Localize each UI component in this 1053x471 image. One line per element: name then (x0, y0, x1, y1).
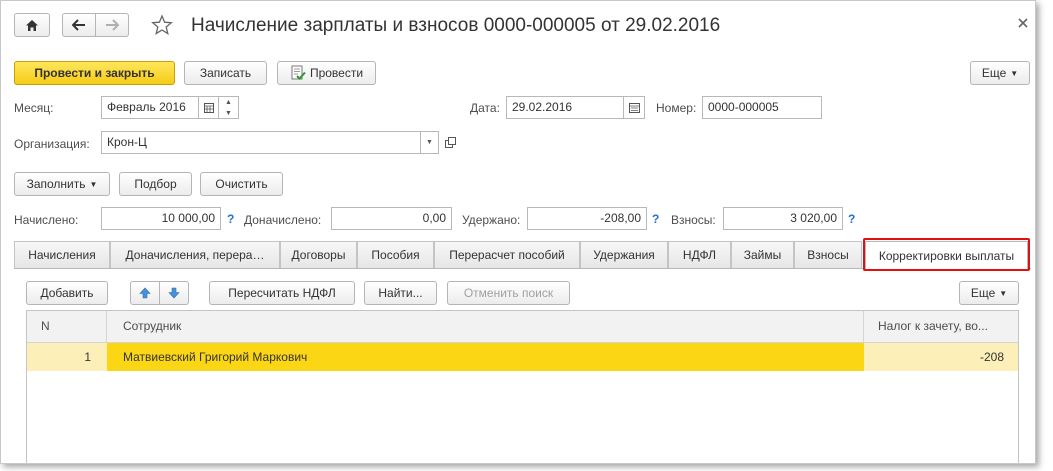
withheld-field: -208,00 (527, 207, 647, 230)
calendar-icon (628, 102, 640, 113)
number-label: Номер: (656, 101, 697, 115)
number-field[interactable]: 0000-000005 (702, 96, 822, 119)
contributions-field: 3 020,00 (723, 207, 843, 230)
accrued-label: Начислено: (14, 213, 79, 227)
withheld-help-icon[interactable]: ? (652, 212, 659, 226)
pick-button[interactable]: Подбор (119, 172, 192, 196)
page-title: Начисление зарплаты и взносов 0000-00000… (191, 15, 721, 36)
column-header-n[interactable]: N (27, 311, 107, 342)
tab-withholdings[interactable]: Удержания (580, 241, 668, 268)
table-row[interactable]: 1 Матвиевский Григорий Маркович -208 (27, 343, 1018, 371)
arrow-up-icon (139, 287, 151, 299)
payment-corrections-table: N Сотрудник Налог к зачету, во... 1 Матв… (26, 310, 1019, 463)
contributions-help-icon[interactable]: ? (848, 212, 855, 226)
post-button[interactable]: Провести (277, 61, 376, 85)
favorite-star-icon[interactable] (151, 14, 173, 36)
tab-loans[interactable]: Займы (731, 241, 794, 268)
clear-button[interactable]: Очистить (200, 172, 283, 196)
forward-button[interactable] (95, 13, 129, 37)
date-label: Дата: (470, 101, 500, 115)
document-window: Начисление зарплаты и взносов 0000-00000… (0, 0, 1036, 464)
tab-contracts[interactable]: Договоры (280, 241, 357, 268)
withheld-label: Удержано: (462, 213, 521, 227)
month-label: Месяц: (14, 101, 54, 115)
move-down-button[interactable] (159, 281, 189, 305)
calendar-picker-button[interactable] (199, 96, 219, 119)
tab-benefits[interactable]: Пособия (357, 241, 434, 268)
post-and-close-button[interactable]: Провести и закрыть (14, 61, 175, 85)
more-menu-label: Еще (981, 66, 1007, 80)
tab-benefit-recalculation[interactable]: Перерасчет пособий (434, 241, 580, 268)
add-button[interactable]: Добавить (26, 281, 108, 305)
tab-ndfl[interactable]: НДФЛ (668, 241, 731, 268)
chevron-down-icon: ▼ (426, 139, 433, 146)
home-button[interactable] (14, 13, 50, 37)
close-icon[interactable] (1017, 17, 1029, 29)
open-organization-button[interactable] (442, 134, 458, 150)
accrued-help-icon[interactable]: ? (227, 212, 234, 226)
open-window-icon (444, 136, 456, 148)
organization-dropdown-button[interactable]: ▼ (421, 131, 439, 154)
back-button[interactable] (62, 13, 96, 37)
post-button-label: Провести (309, 66, 364, 80)
fill-button[interactable]: Заполнить ▼ (14, 172, 110, 196)
move-up-button[interactable] (130, 281, 160, 305)
organization-label: Организация: (14, 137, 90, 151)
find-button[interactable]: Найти... (364, 281, 437, 305)
extra-accrued-field: 0,00 (331, 207, 452, 230)
table-more-menu-label: Еще (970, 286, 996, 300)
cancel-search-button[interactable]: Отменить поиск (447, 281, 570, 305)
dropdown-arrow-icon: ▼ (1010, 68, 1019, 78)
dropdown-arrow-icon: ▼ (89, 179, 98, 189)
date-calendar-button[interactable] (624, 96, 645, 119)
tab-contributions[interactable]: Взносы (794, 241, 862, 268)
chevron-up-icon[interactable]: ▲ (219, 97, 238, 108)
tab-accruals[interactable]: Начисления (14, 241, 110, 268)
dropdown-arrow-icon: ▼ (999, 288, 1008, 298)
arrow-right-icon (106, 19, 119, 31)
save-button[interactable]: Записать (184, 61, 267, 85)
calendar-icon (203, 102, 214, 113)
tab-additional-accruals[interactable]: Доначисления, перера… (110, 241, 280, 268)
row-number[interactable]: 1 (27, 343, 107, 371)
arrow-down-icon (168, 287, 180, 299)
accrued-field: 10 000,00 (101, 207, 221, 230)
arrow-left-icon (72, 19, 85, 31)
home-icon (26, 19, 38, 31)
more-menu-button[interactable]: Еще ▼ (970, 61, 1030, 85)
column-header-employee[interactable]: Сотрудник (107, 311, 864, 342)
table-header: N Сотрудник Налог к зачету, во... (27, 311, 1018, 343)
table-more-menu-button[interactable]: Еще ▼ (959, 281, 1019, 305)
organization-field[interactable]: Крон-Ц (101, 131, 421, 154)
date-field[interactable]: 29.02.2016 (506, 96, 624, 119)
month-field[interactable]: Февраль 2016 (101, 96, 199, 119)
active-tab-highlight (863, 238, 1030, 271)
extra-accrued-label: Доначислено: (244, 213, 322, 227)
month-stepper[interactable]: ▲ ▼ (219, 96, 239, 119)
fill-button-label: Заполнить (26, 177, 86, 191)
row-employee[interactable]: Матвиевский Григорий Маркович (107, 343, 864, 371)
chevron-down-icon[interactable]: ▼ (219, 108, 238, 119)
contributions-label: Взносы: (671, 213, 716, 227)
recalculate-ndfl-button[interactable]: Пересчитать НДФЛ (209, 281, 355, 305)
row-tax-credit[interactable]: -208 (864, 343, 1018, 371)
column-header-tax-credit[interactable]: Налог к зачету, во... (864, 311, 1018, 342)
post-document-icon (291, 65, 306, 80)
